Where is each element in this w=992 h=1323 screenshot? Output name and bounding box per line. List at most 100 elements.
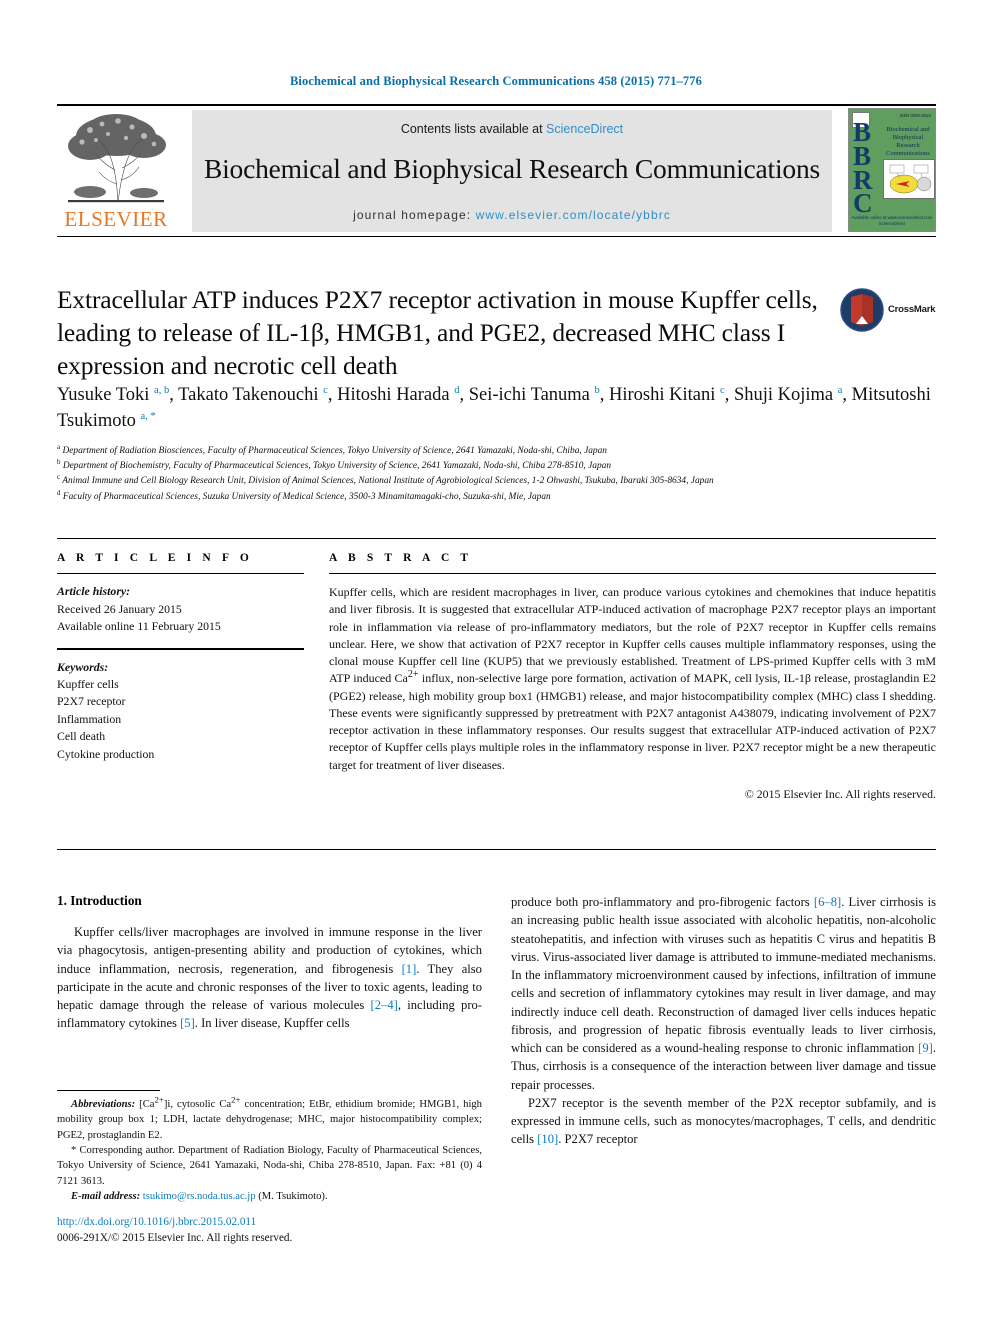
- keywords-divider-rule: [57, 648, 304, 650]
- citation-ref[interactable]: [9]: [918, 1041, 933, 1055]
- corresponding-author-footnote: * Corresponding author. Department of Ra…: [57, 1143, 482, 1189]
- email-label: E-mail address:: [71, 1191, 141, 1203]
- contents-available-line: Contents lists available at ScienceDirec…: [192, 110, 832, 136]
- running-head: Biochemical and Biophysical Research Com…: [290, 74, 702, 88]
- journal-title: Biochemical and Biophysical Research Com…: [203, 153, 821, 184]
- article-history-heading: Article history:: [57, 584, 131, 599]
- cover-diagram-icon: [884, 160, 934, 198]
- abstract-label: A B S T R A C T: [329, 552, 473, 564]
- article-page: Biochemical and Biophysical Research Com…: [0, 0, 992, 1323]
- cover-footer: Available online at www.sciencedirect.co…: [851, 215, 933, 227]
- journal-cover-thumbnail: ISSN 0006-291X BBRC Biochemical and Biop…: [848, 108, 936, 232]
- intro-paragraph-left: Kupffer cells/liver macrophages are invo…: [57, 923, 482, 1033]
- author-list: Yusuke Toki a, b, Takato Takenouchi c, H…: [57, 384, 931, 432]
- affiliation-text: Faculty of Pharmaceutical Sciences, Suzu…: [62, 491, 551, 502]
- affiliation-text: Department of Radiation Biosciences, Fac…: [62, 446, 607, 456]
- doi-footer: http://dx.doi.org/10.1016/j.bbrc.2015.02…: [57, 1215, 482, 1247]
- crossmark-label: CrossMark: [888, 304, 936, 315]
- keyword-item: P2X7 receptor: [57, 694, 126, 709]
- article-title: Extracellular ATP induces P2X7 receptor …: [57, 285, 818, 381]
- crossmark-badge[interactable]: CrossMark: [840, 288, 936, 334]
- doi-link[interactable]: http://dx.doi.org/10.1016/j.bbrc.2015.02…: [57, 1215, 482, 1231]
- body-left-column: 1. Introduction Kupffer cells/liver macr…: [57, 893, 482, 1033]
- author-item: Shuji Kojima a: [733, 384, 843, 405]
- article-info-rule: [57, 573, 304, 575]
- abstract-superscript: 2+: [407, 669, 419, 681]
- elsevier-logo: ELSEVIER: [57, 110, 175, 232]
- email-suffix: (M. Tsukimoto).: [255, 1191, 328, 1203]
- cover-journal-title: Biochemical and Biophysical Research Com…: [886, 126, 930, 157]
- info-band-top-rule: [57, 538, 936, 540]
- affiliation-text: Department of Biochemistry, Faculty of P…: [62, 461, 612, 472]
- right-text-a: produce both pro-inflammatory and pro-fi…: [511, 895, 814, 909]
- body-right-column: produce both pro-inflammatory and pro-fi…: [511, 893, 936, 1149]
- info-band-bottom-rule: [57, 849, 936, 851]
- crossmark-icon: [840, 288, 884, 332]
- author-item: Sei-ichi Tanuma b: [468, 384, 600, 405]
- journal-header-center: Contents lists available at ScienceDirec…: [192, 110, 832, 232]
- keyword-item: Inflammation: [57, 711, 122, 726]
- issn-copyright: 0006-291X/© 2015 Elsevier Inc. All right…: [57, 1231, 293, 1244]
- citation-ref[interactable]: [5]: [180, 1016, 195, 1030]
- abbrev-text-a: [Ca: [135, 1099, 155, 1110]
- article-info-label: A R T I C L E I N F O: [57, 552, 253, 564]
- author-item: Hiroshi Kitani c: [609, 384, 725, 405]
- keyword-item: Cell death: [57, 729, 106, 744]
- abstract-column: A B S T R A C T Kupffer cells, which are…: [329, 552, 936, 802]
- journal-header: ELSEVIER Contents lists available at Sci…: [57, 108, 936, 232]
- abstract-text: Kupffer cells, which are resident macrop…: [329, 584, 936, 774]
- header-bottom-rule: [57, 236, 936, 238]
- intro-paragraph-right-1: produce both pro-inflammatory and pro-fi…: [511, 893, 936, 1094]
- article-history-item: Available online 11 February 2015: [57, 619, 221, 633]
- affiliation-item: c Animal Immune and Cell Biology Researc…: [57, 473, 714, 487]
- journal-homepage-link[interactable]: www.elsevier.com/locate/ybbrc: [476, 208, 671, 222]
- footnotes-block: Abbreviations: [Ca2+]i, cytosolic Ca2+ c…: [57, 1094, 482, 1205]
- email-footnote: E-mail address: tsukimo@rs.noda.tus.ac.j…: [57, 1189, 482, 1204]
- article-info-column: A R T I C L E I N F O Article history: R…: [57, 552, 304, 763]
- elsevier-tree-icon: [68, 114, 166, 203]
- right-text-b: . Liver cirrhosis is an increasing publi…: [511, 895, 936, 1055]
- author-item: Hitoshi Harada d: [337, 384, 460, 405]
- footnote-rule: [57, 1090, 160, 1092]
- abstract-part-2: influx, non-selective large pore formati…: [329, 671, 936, 772]
- keywords-group: Keywords: Kupffer cells P2X7 receptor In…: [57, 659, 304, 764]
- journal-homepage-line: journal homepage: www.elsevier.com/locat…: [192, 208, 832, 222]
- corresponding-text: Corresponding author. Department of Radi…: [57, 1145, 482, 1187]
- introduction-heading: 1. Introduction: [57, 893, 142, 908]
- title-area: Extracellular ATP induces P2X7 receptor …: [57, 283, 936, 382]
- affiliation-text: Animal Immune and Cell Biology Research …: [62, 476, 714, 487]
- abbrev-sup-2: 2+: [231, 1094, 241, 1105]
- article-history-group: Article history: Received 26 January 201…: [57, 583, 304, 635]
- author-item: Takato Takenouchi c: [178, 384, 328, 405]
- citation-ref[interactable]: [1]: [402, 962, 417, 976]
- abstract-rule: [329, 573, 936, 575]
- abstract-copyright: © 2015 Elsevier Inc. All rights reserved…: [744, 787, 936, 802]
- affiliation-list: a Department of Radiation Biosciences, F…: [57, 442, 936, 505]
- email-link[interactable]: tsukimo@rs.noda.tus.ac.jp: [140, 1191, 256, 1202]
- sciencedirect-link[interactable]: ScienceDirect: [546, 122, 623, 136]
- author-item: Yusuke Toki a, b: [57, 384, 170, 405]
- citation-ref[interactable]: [10]: [537, 1132, 558, 1146]
- abbreviations-label: Abbreviations:: [71, 1099, 136, 1110]
- affiliation-item: a Department of Radiation Biosciences, F…: [57, 442, 607, 456]
- header-top-rule: [57, 104, 936, 107]
- citation-ref[interactable]: [6–8]: [814, 895, 841, 909]
- keyword-item: Kupffer cells: [57, 677, 119, 691]
- affiliation-item: b Department of Biochemistry, Faculty of…: [57, 458, 612, 472]
- keyword-item: Cytokine production: [57, 746, 155, 761]
- article-history-item: Received 26 January 2015: [57, 601, 182, 616]
- keywords-heading: Keywords:: [57, 659, 109, 674]
- elsevier-wordmark: ELSEVIER: [64, 207, 168, 231]
- citation-ref[interactable]: [2–4]: [371, 998, 398, 1012]
- affiliation-item: d Faculty of Pharmaceutical Sciences, Su…: [57, 488, 551, 502]
- cover-bbrc-letters: BBRC: [853, 117, 873, 219]
- right2-text-b: . P2X7 receptor: [558, 1132, 638, 1147]
- cover-figure-icon: [883, 159, 935, 199]
- cover-issn: ISSN 0006-291X: [899, 113, 931, 118]
- contents-prefix: Contents lists available at: [400, 122, 547, 136]
- intro-text-d: . In liver disease, Kupffer cells: [194, 1016, 350, 1031]
- abbrev-text-b: ]i, cytosolic Ca: [163, 1099, 232, 1110]
- homepage-prefix: journal homepage:: [353, 208, 476, 222]
- intro-paragraph-right-2: P2X7 receptor is the seventh member of t…: [511, 1094, 936, 1149]
- abbrev-sup-1: 2+: [154, 1094, 164, 1105]
